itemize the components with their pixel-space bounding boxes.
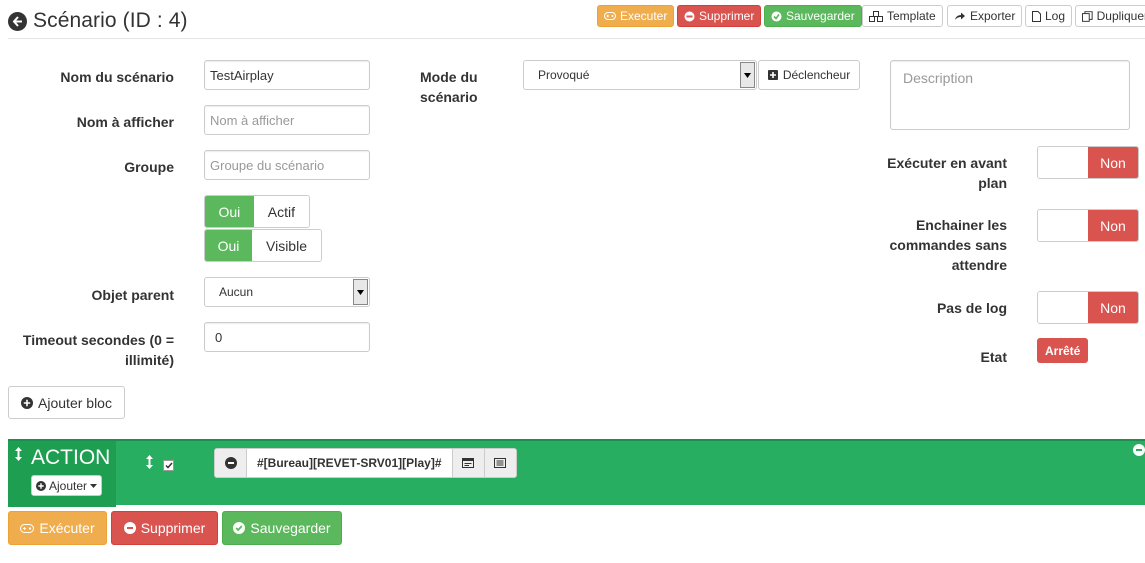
no-log-switch[interactable]: Non	[1037, 291, 1139, 324]
command-input[interactable]: #[Bureau][REVET-SRV01][Play]#	[247, 449, 452, 477]
cubes-icon	[869, 10, 883, 22]
dropdown-arrow-icon[interactable]	[353, 279, 368, 305]
timeout-input[interactable]: 0	[204, 322, 370, 352]
plus-circle-icon	[21, 396, 34, 409]
move-vertical-icon[interactable]	[15, 447, 22, 461]
gamepad-icon	[20, 523, 35, 533]
log-button[interactable]: Log	[1025, 5, 1073, 27]
check-circle-icon	[233, 522, 246, 534]
gamepad-icon	[604, 12, 616, 20]
checkmark-icon	[164, 462, 173, 469]
state-badge: Arrêté	[1037, 338, 1089, 363]
mode-label: Mode du scénario	[420, 69, 478, 105]
no-log-label: Pas de log	[936, 300, 1007, 316]
visible-toggle-label: Visible	[252, 230, 321, 261]
list-icon	[494, 458, 506, 468]
group-input[interactable]: Groupe du scénario	[204, 150, 370, 180]
page-header: Scénario (ID : 4)	[8, 6, 188, 36]
scenario-name-input[interactable]: TestAirplay	[204, 60, 370, 90]
minus-circle-icon	[684, 11, 695, 21]
foreground-label: Exécuter en avant plan	[887, 155, 1007, 191]
caret-down-icon	[90, 483, 98, 488]
scenario-name-label: Nom du scénario	[60, 69, 174, 85]
chain-commands-switch[interactable]: Non	[1037, 209, 1139, 242]
foreground-switch[interactable]: Non	[1037, 146, 1139, 179]
check-circle-icon	[771, 11, 782, 21]
state-label: Etat	[980, 349, 1007, 365]
select-command-button[interactable]	[451, 449, 484, 477]
plus-square-icon	[767, 70, 778, 80]
chain-commands-label: Enchainer les commandes sans attendre	[889, 217, 1008, 273]
group-label: Groupe	[124, 159, 174, 175]
template-button[interactable]: Template	[862, 5, 943, 27]
parent-object-label: Objet parent	[91, 287, 174, 303]
action-block: ACTION Ajouter #[Bureau][REVET-SRV01][Pl…	[8, 439, 1145, 507]
parent-object-select[interactable]: Aucun	[204, 277, 370, 307]
add-block-button[interactable]: Ajouter bloc	[8, 386, 125, 419]
footer-save-button[interactable]: Sauvegarder	[222, 511, 342, 545]
mode-select[interactable]: Provoqué	[523, 60, 757, 90]
share-icon	[955, 12, 965, 20]
add-action-dropdown[interactable]: Ajouter	[31, 475, 103, 496]
visible-toggle-on[interactable]: Oui	[205, 230, 252, 261]
footer-execute-button[interactable]: Exécuter	[8, 511, 107, 545]
execute-button[interactable]: Executer	[597, 5, 675, 27]
save-button[interactable]: Sauvegarder	[764, 5, 862, 27]
active-toggle[interactable]: Oui Actif	[204, 195, 310, 228]
trigger-button[interactable]: Déclencheur	[758, 60, 860, 90]
duplicate-button[interactable]: Dupliquer	[1075, 5, 1145, 27]
export-button[interactable]: Exporter	[947, 5, 1023, 27]
delete-button[interactable]: Supprimer	[677, 5, 762, 27]
list-alt-icon	[462, 458, 474, 468]
block-title: ACTION	[31, 446, 111, 469]
active-toggle-label: Actif	[253, 196, 309, 227]
action-enabled-checkbox[interactable]	[163, 460, 174, 471]
minus-circle-icon	[123, 522, 136, 534]
copy-icon	[1082, 10, 1093, 22]
header-divider	[8, 38, 1145, 39]
command-options-button[interactable]	[483, 449, 516, 477]
display-name-input[interactable]: Nom à afficher	[204, 105, 370, 135]
remove-block-icon[interactable]	[1133, 444, 1145, 456]
display-name-label: Nom à afficher	[76, 114, 174, 130]
file-icon	[1032, 10, 1041, 22]
move-vertical-icon[interactable]	[146, 455, 153, 469]
plus-circle-icon	[36, 480, 46, 491]
action-block-header: ACTION Ajouter	[8, 441, 116, 507]
command-input-group: #[Bureau][REVET-SRV01][Play]#	[214, 448, 517, 478]
page-title: Scénario (ID : 4)	[33, 9, 188, 32]
back-arrow-icon[interactable]	[8, 11, 27, 31]
active-toggle-on[interactable]: Oui	[205, 196, 254, 227]
dropdown-arrow-icon[interactable]	[740, 62, 755, 88]
footer-delete-button[interactable]: Supprimer	[111, 511, 218, 545]
visible-toggle[interactable]: Oui Visible	[204, 229, 322, 262]
minus-circle-icon	[224, 457, 237, 469]
description-textarea[interactable]: Description	[890, 60, 1130, 130]
remove-action-button[interactable]	[215, 449, 247, 477]
timeout-label: Timeout secondes (0 = illimité)	[22, 332, 174, 368]
